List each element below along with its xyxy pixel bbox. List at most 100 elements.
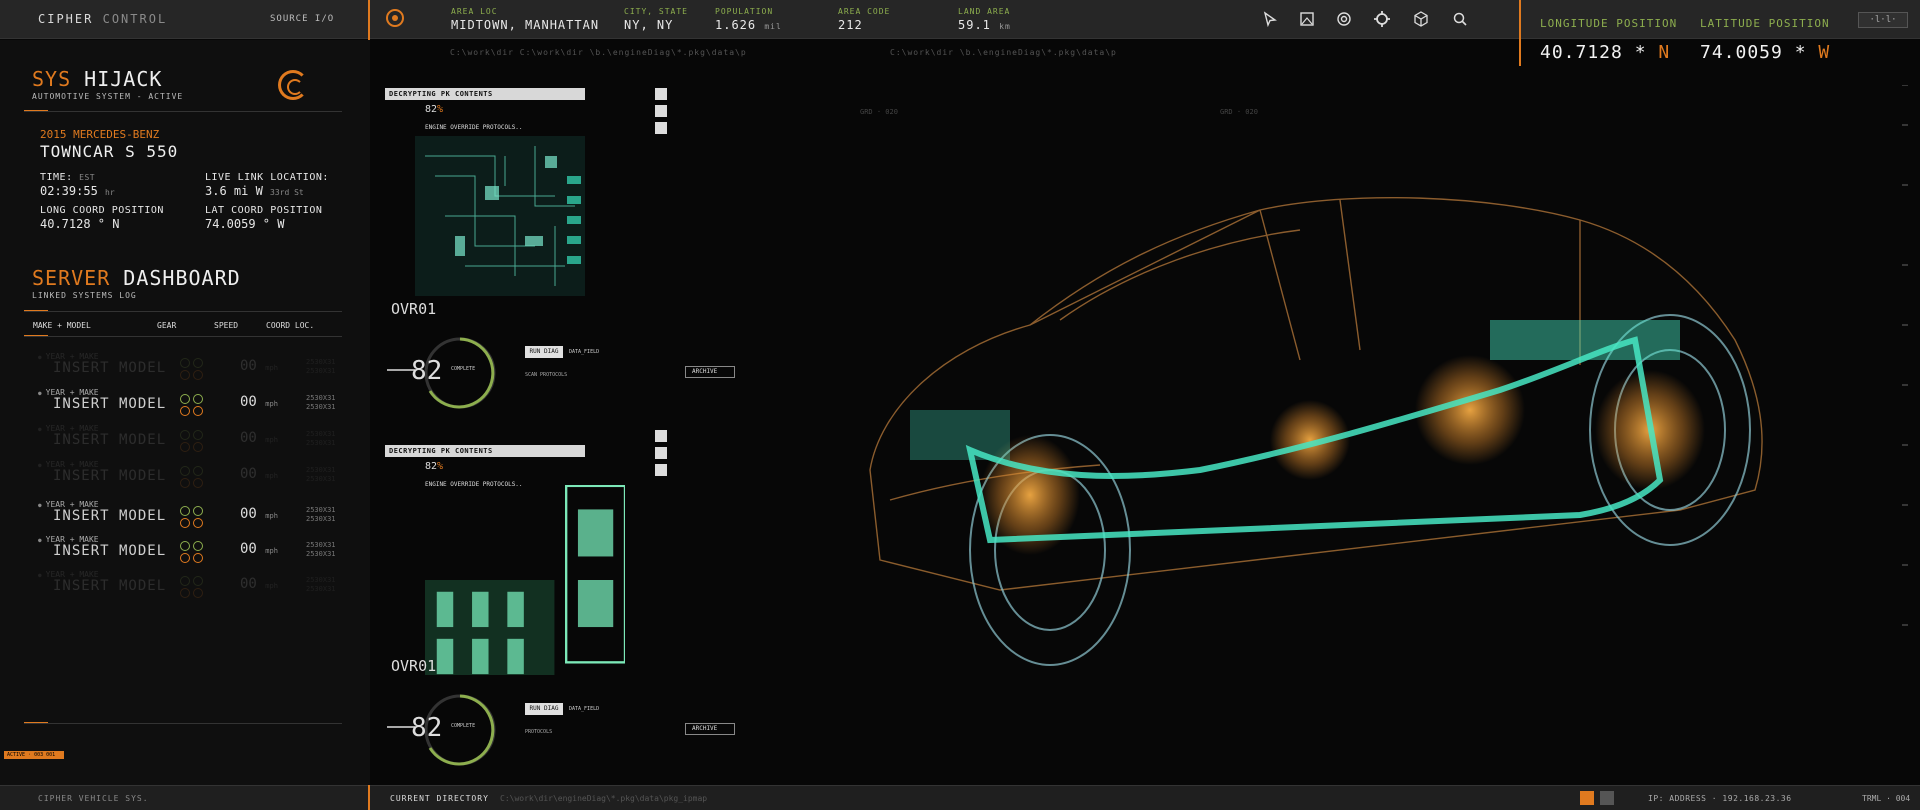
longitude-readout: 40.7128 * N xyxy=(1540,42,1670,63)
model-label: INSERT MODEL xyxy=(53,360,167,376)
speed-readout: 00 mph xyxy=(240,541,278,557)
city-state-field: CITY, STATE NY, NY xyxy=(624,7,688,32)
bottom-bar: CIPHER VEHICLE SYS. CURRENT DIRECTORY C:… xyxy=(0,785,1920,810)
time-value: 02:39:55 xyxy=(40,184,98,198)
land-area-field: LAND AREA 59.1 km xyxy=(958,7,1011,32)
speed-unit: mph xyxy=(265,400,278,408)
title-rest: DASHBOARD xyxy=(123,266,241,290)
population-value: 1.626 xyxy=(715,18,757,32)
status-square[interactable] xyxy=(1580,791,1594,805)
status-square[interactable] xyxy=(1600,791,1614,805)
panel-toolbar xyxy=(655,430,667,481)
speed-readout: 00 mph xyxy=(240,394,278,410)
live-link-label: LIVE LINK LOCATION: xyxy=(205,172,329,183)
latitude-readout: 74.0059 * W xyxy=(1700,42,1830,63)
progress-gauge xyxy=(387,694,496,766)
coord-value: 2530X31 2530X31 xyxy=(306,576,336,593)
speed-unit: mph xyxy=(265,364,278,372)
progress-gauge xyxy=(387,337,496,409)
table-row[interactable]: YEAR + MAKEINSERT MODEL00 mph2530X312530… xyxy=(30,352,350,382)
panel-eop-label: ENGINE OVERRIDE PROTOCOLS.. xyxy=(425,124,523,131)
table-row[interactable]: YEAR + MAKEINSERT MODEL00 mph2530X312530… xyxy=(30,388,350,418)
tool-icon[interactable] xyxy=(655,122,667,134)
run-diag-button[interactable]: RUN DIAG xyxy=(525,703,563,715)
tool-icon[interactable] xyxy=(655,88,667,100)
column-header[interactable]: GEAR xyxy=(157,321,176,330)
column-header[interactable]: MAKE + MODEL xyxy=(33,321,91,330)
speed-value: 00 xyxy=(240,576,257,592)
coord-value: 2530X31 2530X31 xyxy=(306,506,336,523)
tool-icon[interactable] xyxy=(655,464,667,476)
area-code-field: AREA CODE 212 xyxy=(838,7,890,32)
sys-subtitle: AUTOMOTIVE SYSTEM - ACTIVE xyxy=(32,92,184,101)
column-header[interactable]: SPEED xyxy=(214,321,238,330)
path-readout: C:\work\dir \b.\engineDiag\*.pkg\data\p xyxy=(890,48,1117,57)
ovr-label: OVR01 xyxy=(391,657,437,675)
gear-indicator-icon xyxy=(180,358,206,380)
gear-indicator-icon xyxy=(180,541,206,563)
lat-coord-field: LAT COORD POSITION 74.0059 ° W xyxy=(205,205,322,231)
model-label: INSERT MODEL xyxy=(53,468,167,484)
decrypt-panel: DECRYPTING PK CONTENTS 82% ENGINE OVERRI… xyxy=(385,88,735,438)
engine-block xyxy=(910,410,1010,460)
target-icon[interactable] xyxy=(1335,10,1353,28)
divider-left xyxy=(368,785,370,810)
battery-block xyxy=(1490,320,1680,360)
sidebar: SYS HIJACK AUTOMOTIVE SYSTEM - ACTIVE 20… xyxy=(0,40,370,785)
complete-label: COMPLETE xyxy=(451,723,476,729)
coord-value: 2530X31 2530X31 xyxy=(306,394,336,411)
field-label: LAND AREA xyxy=(958,7,1011,16)
field-value: MIDTOWN, MANHATTAN xyxy=(451,18,600,32)
field-value: 59.1 km xyxy=(958,18,1011,32)
table-row[interactable]: YEAR + MAKEINSERT MODEL00 mph2530X312530… xyxy=(30,500,350,530)
lat-coord-value: 74.0059 ° W xyxy=(205,217,285,231)
speed-readout: 00 mph xyxy=(240,430,278,446)
table-row[interactable]: YEAR + MAKEINSERT MODEL00 mph2530X312530… xyxy=(30,424,350,454)
panel-toolbar xyxy=(655,88,667,139)
latitude-direction: W xyxy=(1818,42,1831,63)
gear-indicator-icon xyxy=(180,576,206,598)
population-field: POPULATION 1.626 mil xyxy=(715,7,782,32)
divider xyxy=(24,336,342,337)
field-value: 212 xyxy=(838,18,863,32)
data-field-label: DATA_FIELD xyxy=(569,706,600,712)
divider-right xyxy=(1519,0,1521,66)
column-header[interactable]: COORD LOC. xyxy=(266,321,314,330)
tool-icon[interactable] xyxy=(655,105,667,117)
active-tag: ACTIVE · 003 001 xyxy=(4,751,64,759)
sys-hijack-title: SYS HIJACK xyxy=(32,67,162,91)
table-row[interactable]: YEAR + MAKEINSERT MODEL00 mph2530X312530… xyxy=(30,460,350,490)
cube-icon[interactable] xyxy=(1412,10,1430,28)
run-diag-button[interactable]: RUN DIAG xyxy=(525,346,563,358)
population-unit: mil xyxy=(764,22,782,31)
speed-readout: 00 mph xyxy=(240,506,278,522)
cursor-icon[interactable] xyxy=(1261,10,1279,28)
terminal-label: TRML · 004 xyxy=(1862,794,1911,803)
tool-icon[interactable] xyxy=(655,430,667,442)
field-value: NY, NY xyxy=(624,18,674,32)
lat-coord-label: LAT COORD POSITION xyxy=(205,205,323,216)
crosshair-icon[interactable] xyxy=(1373,10,1391,28)
image-icon[interactable] xyxy=(1298,10,1316,28)
record-button[interactable] xyxy=(386,9,404,27)
search-icon[interactable] xyxy=(1451,10,1469,28)
table-row[interactable]: YEAR + MAKEINSERT MODEL00 mph2530X312530… xyxy=(30,570,350,600)
panel-percent: 82% xyxy=(425,461,444,472)
decrypt-panel: DECRYPTING PK CONTENTS 82% ENGINE OVERRI… xyxy=(385,445,735,795)
speed-value: 00 xyxy=(240,466,257,482)
grid-label: GRD · 020 xyxy=(860,108,898,116)
complete-label: COMPLETE xyxy=(451,366,476,372)
divider xyxy=(24,311,342,312)
signal-button[interactable]: ·l·l· xyxy=(1858,12,1908,28)
ovr-label: OVR01 xyxy=(391,300,437,318)
directory-path: C:\work\dir\engineDiag\*.pkg\data\pkg_ip… xyxy=(500,794,708,803)
panel-percent: 82% xyxy=(425,104,444,115)
speed-readout: 00 mph xyxy=(240,466,278,482)
live-link-field: LIVE LINK LOCATION: 3.6 mi W 33rd St xyxy=(205,172,329,198)
field-label: CITY, STATE xyxy=(624,7,688,16)
tool-icon[interactable] xyxy=(655,447,667,459)
source-io-label[interactable]: SOURCE I/O xyxy=(270,14,334,24)
table-row[interactable]: YEAR + MAKEINSERT MODEL00 mph2530X312530… xyxy=(30,535,350,565)
brand-main: CIPHER xyxy=(38,12,94,26)
ip-address: IP: ADDRESS · 192.168.23.36 xyxy=(1648,794,1792,803)
